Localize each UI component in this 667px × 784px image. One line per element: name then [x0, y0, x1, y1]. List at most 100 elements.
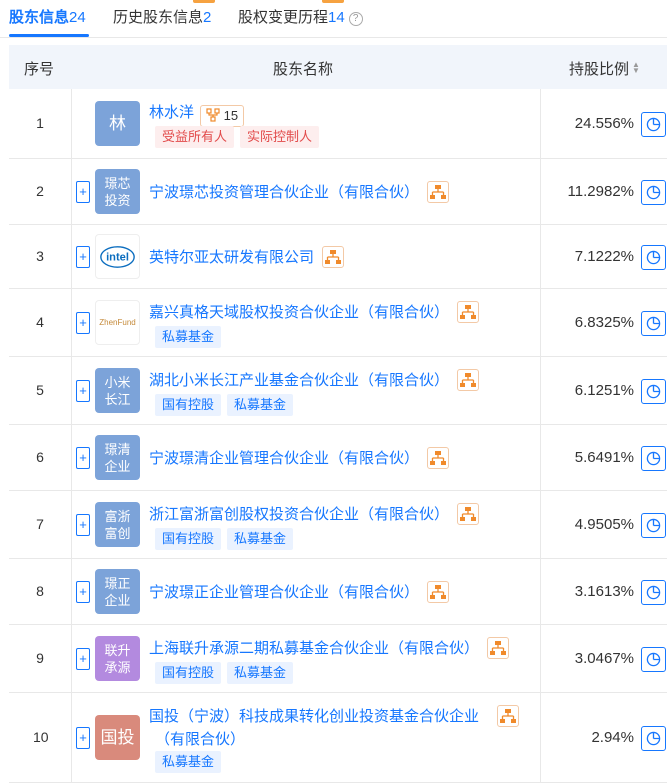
expand-plus-icon[interactable]: + [76, 447, 90, 469]
equity-structure-icon[interactable] [497, 705, 520, 727]
company-logo: 璟正 企业 [95, 569, 140, 614]
tab-equity-change[interactable]: 股权变更历程14? [238, 6, 363, 27]
tag[interactable]: 私募基金 [155, 326, 222, 348]
company-logo: 小米 长江 [95, 368, 140, 413]
tag-group: 受益所有人 实际控制人 [155, 126, 325, 148]
expand-plus-icon[interactable]: + [76, 581, 90, 603]
expand-plus-icon[interactable]: + [76, 181, 90, 203]
tab-label: 股权变更历程 [238, 9, 329, 26]
table-body: 1 林林水洋 15 受益所有人 实际控制人 24.556% 2 + 璟芯 投资 宁波璟芯投资管理… [9, 89, 667, 783]
shareholder-name[interactable]: 宁波璟清企业管理合伙企业（有限合伙） [149, 450, 419, 467]
row-index: 9 [36, 650, 44, 666]
equity-structure-icon[interactable] [427, 581, 450, 603]
holding-ratio: 24.556% [574, 115, 634, 132]
row-index: 8 [36, 583, 44, 599]
shareholder-name-line: 嘉兴真格天域股权投资合伙企业（有限合伙） [149, 301, 480, 323]
holding-ratio: 2.94% [591, 729, 634, 746]
pie-chart-icon[interactable] [641, 580, 666, 605]
shareholder-name-line2[interactable]: （有限合伙） [155, 731, 245, 748]
shareholder-name[interactable]: 宁波璟芯投资管理合伙企业（有限合伙） [149, 184, 419, 201]
tag[interactable]: 国有控股 [155, 528, 222, 550]
shareholder-name-line: 英特尔亚太研发有限公司 [149, 246, 345, 268]
pie-chart-icon[interactable] [641, 513, 666, 538]
help-circle-icon[interactable]: ? [348, 12, 363, 26]
company-logo: ZhenFund [95, 300, 140, 345]
tag[interactable]: 私募基金 [227, 394, 294, 416]
shareholder-name-line: 宁波璟正企业管理合伙企业（有限合伙） [149, 581, 450, 603]
shareholder-name[interactable]: 林水洋 [149, 104, 194, 121]
zhenfund-logo-text: ZhenFund [99, 318, 136, 327]
equity-structure-icon[interactable] [322, 246, 345, 268]
shareholder-name[interactable]: 嘉兴真格天域股权投资合伙企业（有限合伙） [149, 304, 449, 321]
tag[interactable]: 私募基金 [227, 662, 294, 684]
tag[interactable]: 国有控股 [155, 662, 222, 684]
table-row: 3 + intel 英特尔亚太研发有限公司 7.1222% [9, 225, 667, 289]
logo-text: 林 [109, 114, 126, 133]
pie-chart-icon[interactable] [641, 446, 666, 471]
tab-bar: 股东信息24 历史股东信息2 股权变更历程14? [0, 0, 667, 38]
tab-shareholders[interactable]: 股东信息24 [9, 6, 86, 27]
tag-group: 国有控股 私募基金 [155, 662, 299, 684]
row-index: 6 [36, 449, 44, 465]
equity-structure-icon[interactable] [457, 369, 480, 391]
tab-label: 股东信息 [9, 9, 70, 26]
table-row: 6 + 璟清 企业 宁波璟清企业管理合伙企业（有限合伙） 5.6491% [9, 425, 667, 491]
table-row: 5 + 小米 长江 湖北小米长江产业基金合伙企业（有限合伙） 国有控股 私募基金 6.125… [9, 357, 667, 425]
tag-group: 私募基金 [155, 751, 227, 773]
row-index: 4 [36, 314, 44, 330]
holding-ratio: 11.2982% [567, 183, 634, 200]
new-flag-icon [193, 0, 215, 3]
pie-chart-icon[interactable] [641, 726, 666, 751]
pie-chart-icon[interactable] [641, 647, 666, 672]
shareholder-name-line: 宁波璟芯投资管理合伙企业（有限合伙） [149, 181, 450, 203]
tag[interactable]: 国有控股 [155, 394, 222, 416]
shareholder-name[interactable]: 浙江富浙富创股权投资合伙企业（有限合伙） [149, 506, 449, 523]
pie-chart-icon[interactable] [641, 245, 666, 270]
company-logo: 璟芯 投资 [95, 169, 140, 214]
company-logo: intel [95, 234, 140, 279]
holding-ratio: 5.6491% [574, 449, 634, 466]
expand-plus-icon[interactable]: + [76, 312, 90, 334]
pie-chart-icon[interactable] [641, 379, 666, 404]
row-index: 7 [36, 516, 44, 532]
pie-chart-icon[interactable] [641, 311, 666, 336]
equity-structure-icon[interactable] [457, 301, 480, 323]
shareholder-name[interactable]: 宁波璟正企业管理合伙企业（有限合伙） [149, 584, 419, 601]
company-logo: 富浙 富创 [95, 502, 140, 547]
tag[interactable]: 受益所有人 [155, 126, 235, 148]
controller-badge[interactable]: 15 [200, 105, 245, 127]
pie-chart-icon[interactable] [641, 180, 666, 205]
shareholder-name-line: 湖北小米长江产业基金合伙企业（有限合伙） [149, 369, 480, 391]
equity-structure-icon[interactable] [457, 503, 480, 525]
holding-ratio: 6.8325% [574, 314, 634, 331]
tag[interactable]: 实际控制人 [240, 126, 320, 148]
expand-plus-icon[interactable]: + [76, 727, 90, 749]
tag[interactable]: 私募基金 [227, 528, 294, 550]
shareholder-name[interactable]: 上海联升承源二期私募基金合伙企业（有限合伙） [149, 640, 479, 657]
intel-logo-text: intel [106, 251, 129, 263]
holding-ratio: 7.1222% [574, 248, 634, 265]
equity-structure-icon[interactable] [427, 181, 450, 203]
logo-text: 联升 承源 [104, 642, 131, 675]
shareholder-name[interactable]: 湖北小米长江产业基金合伙企业（有限合伙） [149, 372, 449, 389]
tab-history-shareholders[interactable]: 历史股东信息2 [113, 6, 211, 27]
expand-plus-icon[interactable]: + [76, 246, 90, 268]
intel-logo-icon: intel [100, 245, 135, 268]
tab-count: 14 [328, 9, 345, 26]
tag-group: 国有控股 私募基金 [155, 394, 299, 416]
logo-text: 国投 [100, 728, 135, 747]
expand-plus-icon[interactable]: + [76, 648, 90, 670]
expand-plus-icon[interactable]: + [76, 380, 90, 402]
tag[interactable]: 私募基金 [155, 751, 222, 773]
equity-structure-icon[interactable] [427, 447, 450, 469]
sort-icon[interactable]: ▲ ▼ [632, 61, 640, 75]
shareholder-name[interactable]: 英特尔亚太研发有限公司 [149, 249, 314, 266]
header-ratio[interactable]: 持股比例 ▲ ▼ [569, 58, 640, 79]
expand-plus-icon[interactable]: + [76, 514, 90, 536]
pie-chart-icon[interactable] [641, 112, 666, 137]
tab-label: 历史股东信息 [113, 9, 204, 26]
equity-structure-icon[interactable] [487, 637, 510, 659]
table-row: 10 + 国投 国投（宁波）科技成果转化创业投资基金合伙企业 （有限合伙） 私募基金 2.9… [9, 693, 667, 783]
shareholder-name[interactable]: 国投（宁波）科技成果转化创业投资基金合伙企业 [149, 708, 479, 725]
holding-ratio: 3.1613% [574, 583, 634, 600]
